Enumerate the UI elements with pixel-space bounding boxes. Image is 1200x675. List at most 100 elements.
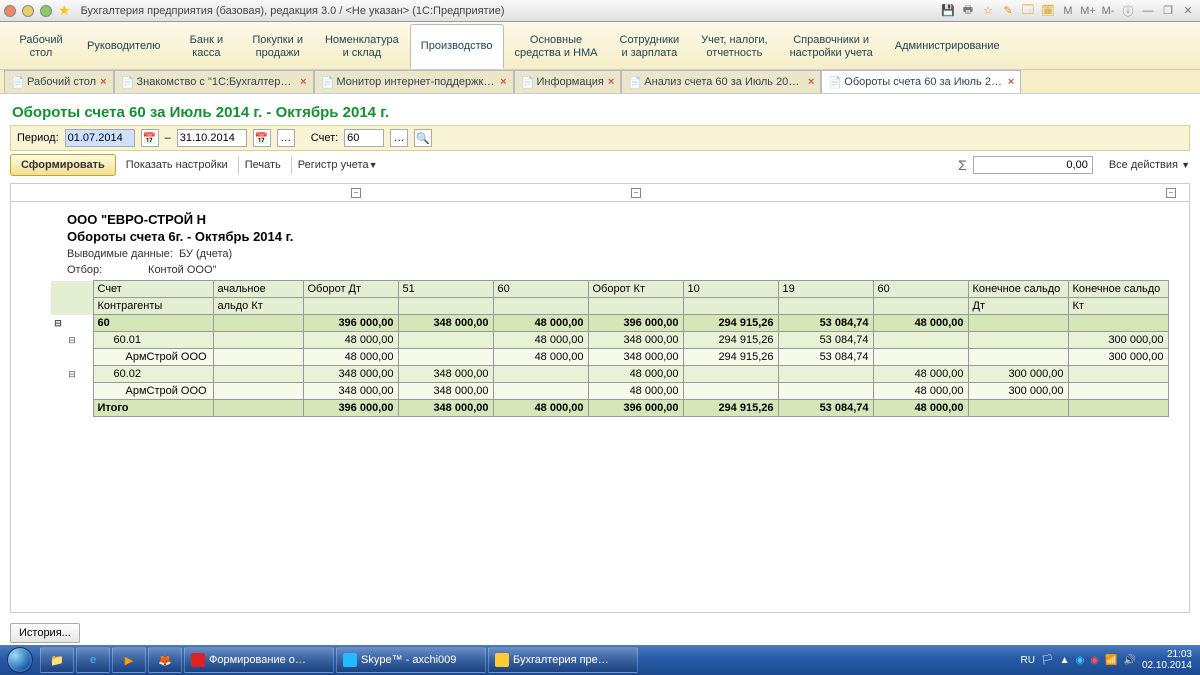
period-to-input[interactable] bbox=[177, 129, 247, 147]
cell bbox=[968, 400, 1068, 417]
menu-item[interactable]: Учет, налоги, отчетность bbox=[690, 24, 778, 69]
cell: 294 915,26 bbox=[683, 400, 778, 417]
tab-close-icon[interactable]: × bbox=[608, 76, 614, 88]
menu-item[interactable]: Администрирование bbox=[884, 24, 1011, 69]
save-icon[interactable]: 💾 bbox=[940, 3, 956, 19]
form-button[interactable]: Сформировать bbox=[10, 154, 116, 176]
document-tab[interactable]: 📄Анализ счета 60 за Июль 2014 г. - Октяб… bbox=[621, 70, 821, 93]
tab-close-icon[interactable]: × bbox=[300, 76, 306, 88]
cell bbox=[493, 383, 588, 400]
tab-icon: 📄 bbox=[521, 76, 533, 88]
menu-item[interactable]: Банк и касса bbox=[171, 24, 241, 69]
taskbar-app-opera[interactable]: Формирование о… bbox=[184, 647, 334, 673]
app-icon bbox=[343, 653, 357, 667]
account-input[interactable] bbox=[344, 129, 384, 147]
mem-mminus[interactable]: M- bbox=[1100, 3, 1116, 19]
traffic-min-icon[interactable] bbox=[22, 5, 34, 17]
print-icon[interactable]: 🖶 bbox=[960, 3, 976, 19]
taskbar-app-1c[interactable]: Бухгалтерия пре… bbox=[488, 647, 638, 673]
pinned-wmp[interactable]: ▶ bbox=[112, 647, 146, 673]
app-icon bbox=[495, 653, 509, 667]
min-icon[interactable]: — bbox=[1140, 3, 1156, 19]
command-bar: Сформировать Показать настройки Печать Р… bbox=[0, 151, 1200, 179]
menu-item[interactable]: Рабочий стол bbox=[6, 24, 76, 69]
tray-opera-icon[interactable]: ◉ bbox=[1090, 655, 1099, 666]
report-title: Обороты счета 6г. - Октябрь 2014 г. bbox=[67, 229, 1189, 244]
calc-icon[interactable]: 🗔 bbox=[1020, 3, 1036, 19]
mem-m[interactable]: M bbox=[1060, 3, 1076, 19]
cell: 48 000,00 bbox=[873, 383, 968, 400]
show-settings-link[interactable]: Показать настройки bbox=[120, 156, 234, 174]
app-label: Формирование о… bbox=[209, 654, 306, 666]
tray-clock[interactable]: 21:03 02.10.2014 bbox=[1142, 649, 1192, 671]
collapse-toggle[interactable]: − bbox=[351, 188, 361, 198]
pinned-ie[interactable]: e bbox=[76, 647, 110, 673]
collapse-ruler: − − − bbox=[11, 184, 1189, 202]
cell: 348 000,00 bbox=[398, 315, 493, 332]
tree-toggle[interactable]: ⊟ bbox=[51, 315, 65, 332]
taskbar-app-skype[interactable]: Skype™ - axchi009 bbox=[336, 647, 486, 673]
calendar-icon[interactable]: 🗓 bbox=[1040, 3, 1056, 19]
menu-item[interactable]: Покупки и продажи bbox=[241, 24, 314, 69]
link-icon[interactable]: ☆ bbox=[980, 3, 996, 19]
account-select-button[interactable]: … bbox=[390, 129, 408, 147]
document-tab[interactable]: 📄Монитор интернет-поддержки пользоват…× bbox=[314, 70, 514, 93]
star-icon[interactable]: ★ bbox=[58, 2, 71, 19]
cell bbox=[873, 332, 968, 349]
tray-skype-icon[interactable]: ◉ bbox=[1076, 655, 1085, 666]
col-header bbox=[303, 298, 398, 315]
period-bar: Период: 📅 – 📅 … Счет: … 🔍 bbox=[10, 125, 1190, 151]
help-icon[interactable]: ⓘ bbox=[1120, 3, 1136, 19]
max-icon[interactable]: ❐ bbox=[1160, 3, 1176, 19]
document-tab[interactable]: 📄Рабочий стол× bbox=[4, 70, 114, 93]
menu-item[interactable]: Справочники и настройки учета bbox=[779, 24, 884, 69]
cell: 48 000,00 bbox=[493, 349, 588, 366]
tray-flag-icon[interactable]: 🏳 bbox=[1041, 655, 1054, 666]
register-link[interactable]: Регистр учета ▼ bbox=[291, 156, 384, 174]
start-button[interactable] bbox=[2, 646, 38, 674]
tab-close-icon[interactable]: × bbox=[1008, 76, 1014, 88]
tree-toggle[interactable]: ⊟ bbox=[65, 366, 79, 383]
calendar-to-icon[interactable]: 📅 bbox=[253, 129, 271, 147]
menu-item[interactable]: Основные средства и НМА bbox=[504, 24, 609, 69]
col-header: Дт bbox=[968, 298, 1068, 315]
account-label: Счет: bbox=[311, 132, 338, 144]
document-tab[interactable]: 📄Информация× bbox=[514, 70, 622, 93]
tab-close-icon[interactable]: × bbox=[100, 76, 106, 88]
close-icon[interactable]: ✕ bbox=[1180, 3, 1196, 19]
period-select-button[interactable]: … bbox=[277, 129, 295, 147]
document-tab[interactable]: 📄Знакомство с "1С:Бухгалтерией 8" ред. 3… bbox=[114, 70, 314, 93]
windows-taskbar: 📁 e ▶ 🦊 Формирование о… Skype™ - axchi009… bbox=[0, 645, 1200, 675]
cell: Итого bbox=[93, 400, 213, 417]
tray-net-icon[interactable]: 📶 bbox=[1105, 655, 1117, 666]
tab-close-icon[interactable]: × bbox=[808, 76, 814, 88]
sum-input[interactable] bbox=[973, 156, 1093, 174]
period-from-input[interactable] bbox=[65, 129, 135, 147]
history-button[interactable]: История... bbox=[10, 623, 80, 643]
pinned-explorer[interactable]: 📁 bbox=[40, 647, 74, 673]
menu-item[interactable]: Производство bbox=[410, 24, 504, 69]
tree-toggle[interactable]: ⊟ bbox=[65, 332, 79, 349]
traffic-close-icon[interactable] bbox=[4, 5, 16, 17]
tray-lang[interactable]: RU bbox=[1021, 655, 1035, 666]
collapse-toggle[interactable]: − bbox=[631, 188, 641, 198]
tray-vol-icon[interactable]: 🔊 bbox=[1123, 655, 1135, 666]
clip-icon[interactable]: ✎ bbox=[1000, 3, 1016, 19]
tray-chev-up-icon[interactable]: ▲ bbox=[1060, 655, 1070, 666]
account-search-icon[interactable]: 🔍 bbox=[414, 129, 432, 147]
menu-item[interactable]: Номенклатура и склад bbox=[314, 24, 410, 69]
menu-item[interactable]: Руководителю bbox=[76, 24, 171, 69]
mem-mplus[interactable]: M+ bbox=[1080, 3, 1096, 19]
tab-close-icon[interactable]: × bbox=[500, 76, 506, 88]
menu-item[interactable]: Сотрудники и зарплата bbox=[609, 24, 691, 69]
print-link[interactable]: Печать bbox=[238, 156, 287, 174]
all-actions-link[interactable]: Все действия ▼ bbox=[1109, 159, 1190, 171]
pinned-firefox[interactable]: 🦊 bbox=[148, 647, 182, 673]
traffic-max-icon[interactable] bbox=[40, 5, 52, 17]
cell: 396 000,00 bbox=[588, 400, 683, 417]
output-value: БУ (дчета) bbox=[179, 248, 232, 260]
collapse-toggle[interactable]: − bbox=[1166, 188, 1176, 198]
document-tab[interactable]: 📄Обороты счета 60 за Июль 2014 г. - Окт…… bbox=[821, 70, 1021, 93]
calendar-from-icon[interactable]: 📅 bbox=[141, 129, 159, 147]
cell bbox=[1068, 383, 1168, 400]
